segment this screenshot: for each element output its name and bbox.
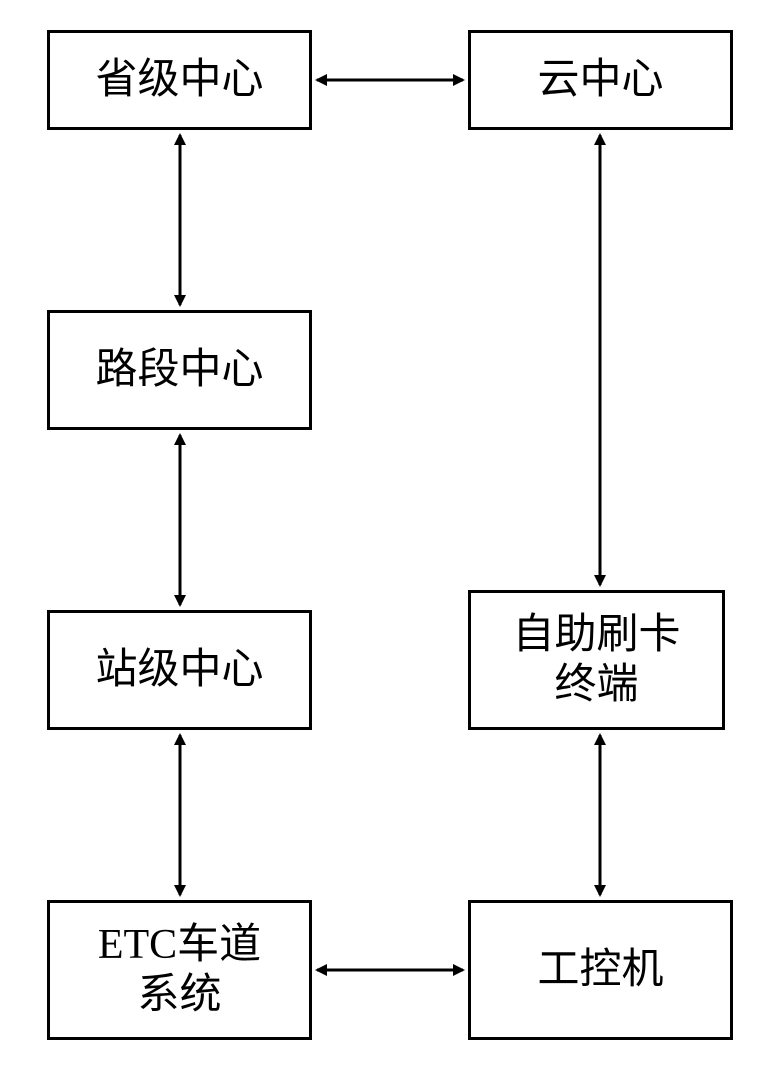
etc-lane-system-box: ETC车道 系统 <box>47 900 312 1040</box>
station-center-label: 站级中心 <box>95 645 263 695</box>
cloud-center-label: 云中心 <box>537 55 663 105</box>
section-center-label: 路段中心 <box>95 345 263 395</box>
station-center-box: 站级中心 <box>47 610 312 730</box>
section-center-box: 路段中心 <box>47 310 312 430</box>
self-service-terminal-label: 自助刷卡 终端 <box>512 610 680 711</box>
self-service-terminal-box: 自助刷卡 终端 <box>468 590 725 730</box>
provincial-center-box: 省级中心 <box>47 30 312 130</box>
industrial-pc-box: 工控机 <box>468 900 733 1040</box>
cloud-center-box: 云中心 <box>468 30 733 130</box>
industrial-pc-label: 工控机 <box>537 945 663 995</box>
provincial-center-label: 省级中心 <box>95 55 263 105</box>
etc-lane-system-label: ETC车道 系统 <box>98 920 261 1021</box>
